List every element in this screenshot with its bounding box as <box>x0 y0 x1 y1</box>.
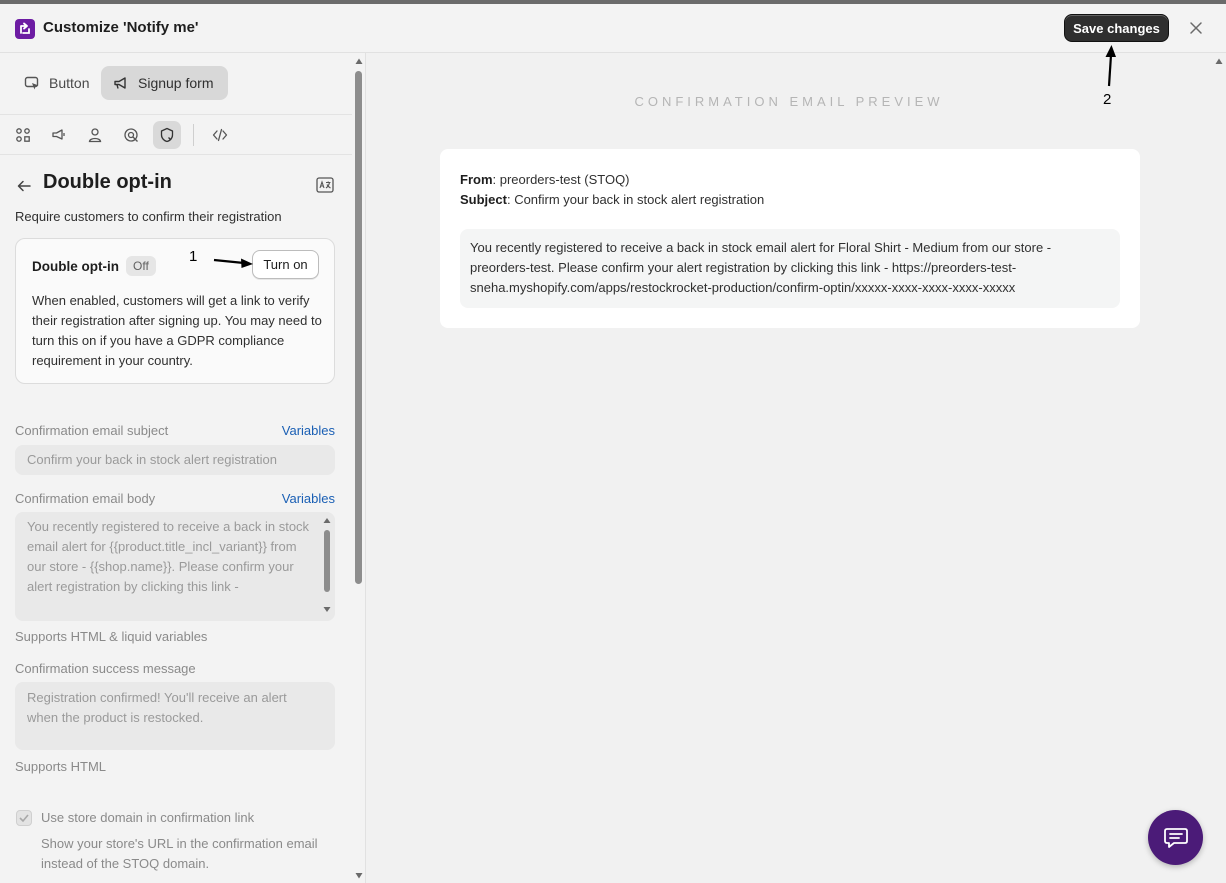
email-body-preview: You recently registered to receive a bac… <box>460 229 1120 308</box>
target-icon[interactable] <box>117 121 145 149</box>
email-preview-pane: CONFIRMATION EMAIL PREVIEW From: preorde… <box>366 53 1212 883</box>
email-from-line: From: preorders-test (STOQ) <box>460 172 630 187</box>
status-badge: Off <box>126 256 156 276</box>
shield-icon[interactable] <box>153 121 181 149</box>
from-value: : preorders-test (STOQ) <box>492 172 630 187</box>
annotation-marker-2: 2 <box>1103 91 1112 108</box>
close-icon[interactable] <box>1188 20 1204 36</box>
store-domain-checkbox[interactable] <box>16 810 32 826</box>
megaphone-icon[interactable] <box>45 121 73 149</box>
page-title: Customize 'Notify me' <box>43 19 199 36</box>
body-field-label: Confirmation email body <box>15 491 156 506</box>
layout-blocks-icon[interactable] <box>9 121 37 149</box>
body-help-text: Supports HTML & liquid variables <box>15 629 208 644</box>
store-domain-label: Use store domain in confirmation link <box>41 810 255 825</box>
double-optin-label: Double opt-in <box>32 259 119 274</box>
section-title: Double opt-in <box>43 171 172 193</box>
tab-button[interactable]: Button <box>12 66 100 100</box>
section-subtitle: Require customers to confirm their regis… <box>15 209 282 224</box>
settings-panel: Button Signup form Double opt-in Require… <box>0 53 352 883</box>
mode-tabs: Button Signup form <box>0 53 352 115</box>
chat-icon <box>1163 827 1188 848</box>
preview-scrollbar[interactable] <box>1212 53 1226 883</box>
textarea-scrollbar[interactable] <box>322 516 332 614</box>
success-help-text: Supports HTML <box>15 759 107 774</box>
store-domain-description: Show your store's URL in the confirmatio… <box>41 836 318 871</box>
subject-value: : Confirm your back in stock alert regis… <box>506 192 765 207</box>
tab-button-label: Button <box>49 75 90 91</box>
code-icon[interactable] <box>206 121 234 149</box>
preview-scroll-up-icon[interactable] <box>1215 57 1223 65</box>
save-changes-button[interactable]: Save changes <box>1064 14 1169 42</box>
translate-icon[interactable] <box>316 177 334 193</box>
subject-label: Subject <box>460 192 507 207</box>
annotation-marker-1: 1 <box>189 248 198 265</box>
settings-scrollbar[interactable] <box>352 53 366 883</box>
megaphone-icon <box>114 76 126 89</box>
scroll-down-arrow-icon[interactable] <box>355 872 363 880</box>
app-logo-icon <box>15 19 35 39</box>
body-textarea[interactable]: You recently registered to receive a bac… <box>15 512 335 621</box>
from-label: From <box>460 172 493 187</box>
back-arrow-icon[interactable] <box>16 178 32 194</box>
annotation-arrow-up-icon <box>1105 45 1116 87</box>
header: Customize 'Notify me' Save changes <box>0 4 1226 53</box>
subject-input[interactable]: Confirm your back in stock alert registr… <box>15 445 335 475</box>
body-variables-link[interactable]: Variables <box>282 491 335 506</box>
cursor-click-icon <box>24 76 39 89</box>
icon-bar-divider <box>193 124 194 146</box>
email-preview-card: From: preorders-test (STOQ) Subject: Con… <box>440 149 1140 328</box>
subject-field-label: Confirmation email subject <box>15 423 169 438</box>
success-message-input[interactable]: Registration confirmed! You'll receive a… <box>15 682 335 750</box>
customize-window: Customize 'Notify me' Save changes Butto… <box>0 4 1226 883</box>
annotation-arrow-right-icon <box>213 258 253 268</box>
turn-on-button[interactable]: Turn on <box>252 250 319 279</box>
tab-signup-form-label: Signup form <box>138 75 214 91</box>
double-optin-card: Double opt-in Off Turn on When enabled, … <box>15 238 335 384</box>
person-icon[interactable] <box>81 121 109 149</box>
section-icon-bar <box>0 115 352 155</box>
body-textarea-text: You recently registered to receive a bac… <box>27 519 310 594</box>
double-optin-description: When enabled, customers will get a link … <box>32 293 322 368</box>
success-field-label: Confirmation success message <box>15 661 196 676</box>
tab-signup-form[interactable]: Signup form <box>101 66 228 100</box>
checkmark-icon <box>19 814 29 823</box>
success-message-text: Registration confirmed! You'll receive a… <box>27 690 287 725</box>
subject-variables-link[interactable]: Variables <box>282 423 335 438</box>
email-subject-line: Subject: Confirm your back in stock aler… <box>460 192 764 207</box>
scrollbar-thumb[interactable] <box>355 71 362 584</box>
chat-button[interactable] <box>1148 810 1203 865</box>
preview-heading: CONFIRMATION EMAIL PREVIEW <box>634 94 944 109</box>
scroll-up-arrow-icon[interactable] <box>355 57 363 65</box>
